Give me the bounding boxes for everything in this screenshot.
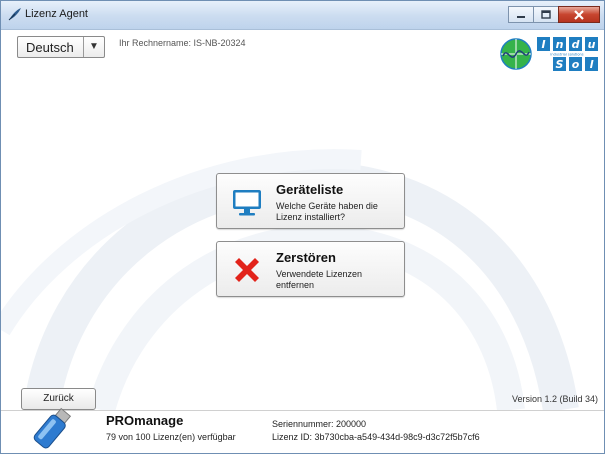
license-id: Lizenz ID: 3b730cba-a549-434d-98c9-d3c72… [272, 432, 480, 442]
window-title: Lizenz Agent [25, 8, 88, 20]
maximize-button[interactable] [533, 6, 559, 23]
logo-tagline: industrial solutions [550, 53, 583, 57]
destroy-title: Zerstören [276, 250, 336, 265]
version-label: Version 1.2 (Build 34) [511, 394, 598, 404]
serial-number: Seriennummer: 200000 [272, 419, 367, 429]
logo-letter-1: I [541, 38, 545, 51]
computer-name: Ihr Rechnername: IS-NB-20324 [119, 38, 246, 48]
monitor-icon [233, 190, 261, 216]
device-list-description: Welche Geräte haben die Lizenz installie… [276, 201, 378, 222]
chevron-down-icon: ▼ [89, 41, 99, 52]
close-icon [574, 9, 584, 20]
license-footer: PROmanage 79 von 100 Lizenz(en) verfügba… [1, 407, 604, 453]
red-x-icon [235, 258, 259, 282]
logo-letter-4: u [588, 38, 596, 51]
product-name: PROmanage [106, 413, 184, 428]
feather-icon [8, 8, 21, 21]
select-divider [83, 37, 84, 57]
language-value: Deutsch [26, 40, 74, 55]
app-window: Lizenz Agent Deutsch ▼ Ihr Rechnername: … [0, 0, 605, 454]
destroy-button[interactable]: Zerstören Verwendete Lizenzen entfernen [216, 241, 405, 297]
title-bar[interactable]: Lizenz Agent [1, 1, 604, 30]
logo-letter-2: n [556, 38, 564, 51]
logo-letter-5: S [556, 58, 564, 71]
language-select[interactable]: Deutsch ▼ [17, 36, 105, 58]
main-content: Deutsch ▼ Ihr Rechnername: IS-NB-20324 I… [1, 30, 604, 410]
device-list-button[interactable]: Geräteliste Welche Geräte haben die Lize… [216, 173, 405, 229]
close-button[interactable] [558, 6, 600, 23]
device-list-title: Geräteliste [276, 182, 344, 197]
usb-stick-icon [33, 407, 71, 449]
logo-letter-3: d [572, 38, 580, 51]
minimize-button[interactable] [508, 6, 534, 23]
window-controls [508, 6, 600, 23]
logo-letter-7: l [590, 58, 594, 71]
indusol-logo: I n d u S o l industrial solutions [500, 37, 598, 71]
destroy-description: Verwendete Lizenzen entfernen [276, 269, 363, 290]
license-count: 79 von 100 Lizenz(en) verfügbar [106, 432, 236, 442]
minimize-icon [517, 15, 525, 18]
maximize-icon [541, 10, 551, 19]
logo-letter-6: o [572, 58, 580, 71]
